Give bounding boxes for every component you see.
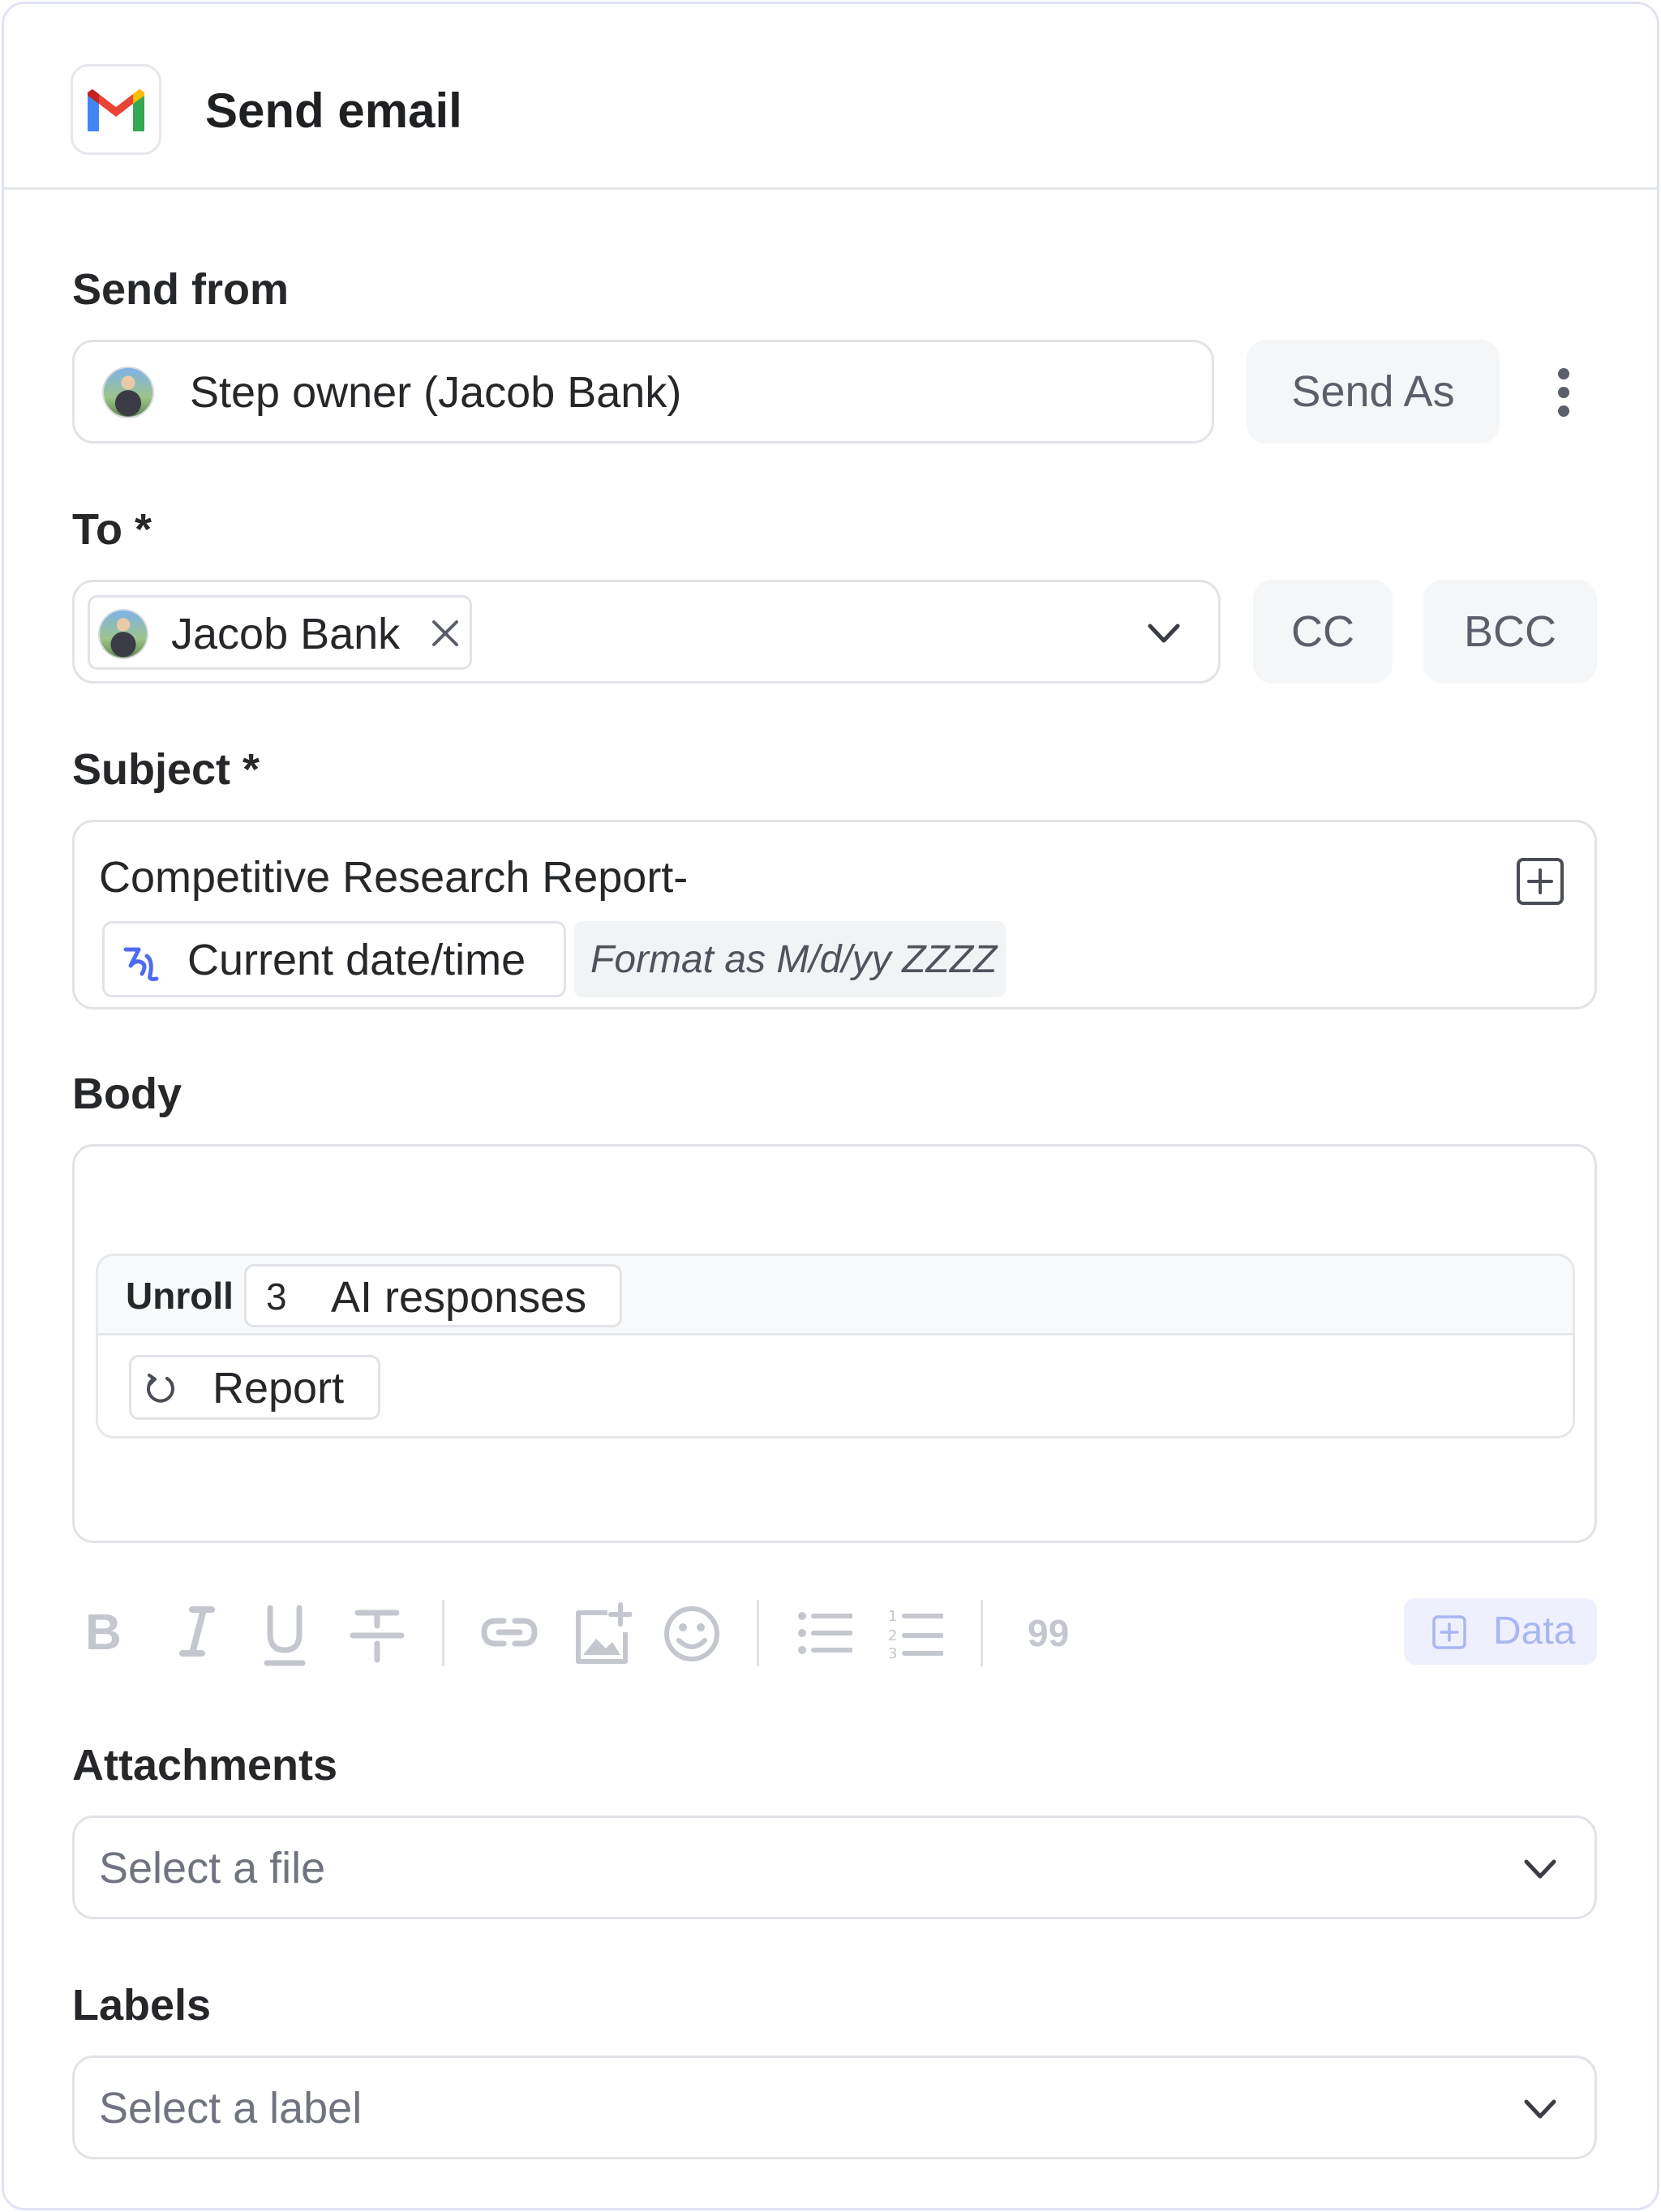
more-vertical-icon[interactable] <box>1543 364 1584 421</box>
toolbar-divider <box>757 1600 759 1666</box>
underline-icon[interactable] <box>262 1603 307 1668</box>
unroll-header: Unroll 3 AI responses <box>98 1256 1573 1335</box>
toolbar-divider <box>442 1600 444 1666</box>
unroll-source: AI responses <box>331 1273 587 1322</box>
to-label: To * <box>72 505 152 554</box>
unroll-block: Unroll 3 AI responses Report <box>96 1254 1575 1438</box>
quote-icon[interactable]: 99 <box>1028 1613 1069 1653</box>
current-datetime-token[interactable]: Current date/time <box>102 921 566 997</box>
send-as-button[interactable]: Send As <box>1247 340 1500 444</box>
subject-label: Subject * <box>72 745 260 794</box>
recipient-name: Jacob Bank <box>171 610 401 658</box>
send-email-panel: Send email Send from Step owner (Jacob B… <box>2 2 1659 2210</box>
send-from-value: Step owner (Jacob Bank) <box>190 368 682 417</box>
avatar <box>102 367 154 418</box>
close-icon[interactable] <box>429 617 461 649</box>
unroll-count: 3 <box>266 1275 287 1318</box>
to-select[interactable]: Jacob Bank <box>72 580 1221 684</box>
body-editor[interactable]: Unroll 3 AI responses Report <box>72 1144 1597 1543</box>
add-image-icon[interactable] <box>572 1601 633 1666</box>
chevron-down-icon[interactable] <box>1522 2090 1559 2128</box>
recipient-chip: Jacob Bank <box>88 595 472 670</box>
page-title: Send email <box>205 84 462 138</box>
svg-text:3: 3 <box>888 1645 897 1660</box>
bold-icon[interactable]: B <box>85 1605 122 1661</box>
variable-icon <box>118 938 163 984</box>
cc-button[interactable]: CC <box>1253 580 1393 684</box>
avatar <box>98 609 148 659</box>
svg-text:2: 2 <box>888 1627 897 1644</box>
svg-text:1: 1 <box>888 1608 897 1625</box>
token-label: Current date/time <box>187 936 526 984</box>
labels-placeholder: Select a label <box>99 2084 363 2133</box>
unroll-label: Unroll <box>126 1275 234 1317</box>
send-from-label: Send from <box>72 265 290 314</box>
insert-data-button[interactable]: Data <box>1404 1598 1597 1665</box>
bcc-button[interactable]: BCC <box>1423 580 1597 684</box>
numbered-list-icon[interactable]: 1 2 3 <box>888 1606 944 1662</box>
unroll-source-chip[interactable]: 3 AI responses <box>244 1264 622 1327</box>
insert-data-icon[interactable] <box>1515 856 1565 907</box>
panel-header: Send email <box>4 4 1657 190</box>
italic-icon[interactable] <box>174 1603 220 1661</box>
format-badge[interactable]: Format as M/d/yy ZZZZ <box>574 921 1006 997</box>
data-button-label: Data <box>1493 1610 1576 1653</box>
chevron-down-icon[interactable] <box>1145 615 1182 652</box>
link-icon[interactable] <box>481 1614 538 1650</box>
report-chip[interactable]: Report <box>129 1355 380 1420</box>
attachments-select[interactable]: Select a file <box>72 1815 1597 1919</box>
toolbar-divider <box>981 1600 983 1666</box>
loop-icon <box>143 1370 178 1406</box>
subject-input[interactable]: Competitive Research Report- Current dat… <box>72 820 1597 1010</box>
gmail-icon <box>71 64 161 155</box>
send-from-select[interactable]: Step owner (Jacob Bank) <box>72 340 1214 444</box>
labels-label: Labels <box>72 1981 212 2030</box>
attachments-placeholder: Select a file <box>99 1844 326 1893</box>
subject-text: Competitive Research Report- <box>99 853 689 902</box>
body-label: Body <box>72 1070 182 1118</box>
bullet-list-icon[interactable] <box>797 1610 853 1657</box>
format-label: Format as M/d/yy ZZZZ <box>590 937 998 981</box>
plus-square-icon <box>1431 1614 1467 1650</box>
report-label: Report <box>212 1364 345 1413</box>
strikethrough-icon[interactable] <box>350 1606 405 1665</box>
chevron-down-icon[interactable] <box>1522 1850 1559 1888</box>
attachments-label: Attachments <box>72 1741 338 1790</box>
labels-select[interactable]: Select a label <box>72 2056 1597 2159</box>
emoji-icon[interactable] <box>663 1605 721 1663</box>
